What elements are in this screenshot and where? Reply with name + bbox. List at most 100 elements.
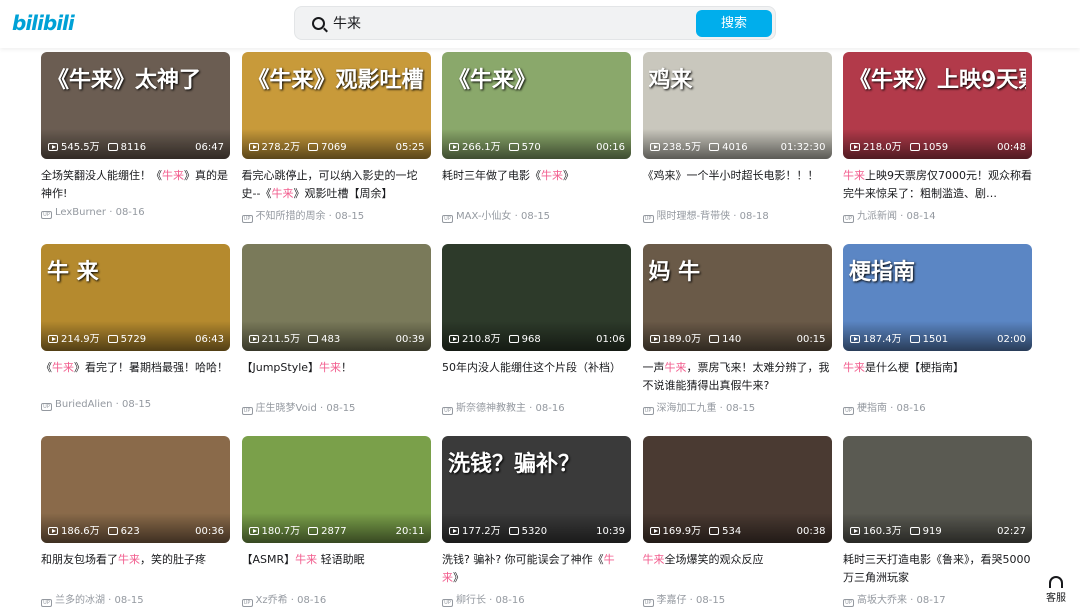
uploader-icon: UP <box>442 407 453 415</box>
danmaku-icon <box>107 143 118 151</box>
upload-date: 08-16 <box>115 207 145 218</box>
video-title[interactable]: 全场笑翻没人能绷住！《牛来》真的是神作! <box>41 167 230 203</box>
video-title[interactable]: 洗钱? 骗补? 你可能误会了神作《牛来》 <box>442 551 631 587</box>
video-title[interactable]: 【JumpStyle】牛来！ <box>242 359 431 395</box>
video-card[interactable]: 160.3万 919 02:27 耗时三天打造电影《鲁来》，看哭5000万三角洲玩家 U… <box>843 436 1032 607</box>
video-title[interactable]: 牛来是什么梗【梗指南】 <box>843 359 1032 395</box>
uploader-name[interactable]: 兰多的冰湖 <box>55 595 105 606</box>
uploader-name[interactable]: LexBurner <box>55 207 106 218</box>
video-stats: 545.5万 8116 06:47 <box>48 141 224 155</box>
uploader-name[interactable]: 柳行长 <box>456 595 486 606</box>
bilibili-logo[interactable]: bilibili <box>12 11 75 35</box>
video-stats: 177.2万 5320 10:39 <box>449 525 625 539</box>
play-count-icon <box>850 143 860 151</box>
video-thumbnail[interactable]: 160.3万 919 02:27 <box>843 436 1032 543</box>
video-thumbnail[interactable]: 洗钱？骗补？ 177.2万 5320 10:39 <box>442 436 631 543</box>
video-thumbnail[interactable]: 《牛来》太神了 545.5万 8116 06:47 <box>41 52 230 159</box>
danmaku-count: 968 <box>521 334 541 345</box>
play-count-icon <box>649 335 660 343</box>
video-thumbnail[interactable]: 180.7万 2877 20:11 <box>241 436 431 543</box>
danmaku-count: 5320 <box>521 526 548 537</box>
video-thumbnail[interactable]: 211.5万 483 00:39 <box>241 244 431 351</box>
upload-date: 08-15 <box>520 211 551 222</box>
upload-date: 08-15 <box>114 595 144 606</box>
uploader-name[interactable]: 梗指南 <box>857 403 887 414</box>
video-title[interactable]: 一声牛来，票房飞来！太难分辨了，我不说谁能猜得出真假牛来? <box>643 359 832 395</box>
uploader-name[interactable]: MAX-小仙女 <box>456 211 511 222</box>
video-card[interactable]: 211.5万 483 00:39 【JumpStyle】牛来！ UP 庄生晓梦Void ·… <box>241 244 431 415</box>
video-title[interactable]: 50年内没人能绷住这个片段（补档） <box>442 359 631 395</box>
uploader-name[interactable]: Xz乔希 <box>256 595 288 606</box>
video-title[interactable]: 牛来全场爆笑的观众反应 <box>643 551 832 587</box>
thumbnail-overlay-text: 鸡来 <box>648 68 693 93</box>
video-thumbnail[interactable]: 《牛来》 266.1万 570 00:16 <box>442 52 631 159</box>
video-card[interactable]: 《牛来》太神了 545.5万 8116 06:47 全场笑翻没人能绷住！《牛来》真的是神… <box>41 52 230 219</box>
view-count: 177.2万 <box>462 526 501 537</box>
customer-service-button[interactable]: 客服 <box>1040 574 1072 604</box>
video-thumbnail[interactable]: 妈 牛 189.0万 140 00:15 <box>642 244 832 351</box>
video-stats: 278.2万 7069 05:25 <box>248 141 425 155</box>
video-card[interactable]: 鸡来 238.5万 4016 01:32:30 《鸡来》一个半小时超长电影！！！ UP 限时… <box>642 52 832 223</box>
uploader-icon: UP <box>41 403 52 411</box>
video-thumbnail[interactable]: 169.9万 534 00:38 <box>642 436 832 543</box>
play-count-icon <box>449 335 459 343</box>
uploader-icon: UP <box>442 599 453 607</box>
uploader-icon: UP <box>41 211 52 219</box>
video-card[interactable]: 186.6万 623 00:36 和朋友包场看了牛来，笑的肚子疼 UP 兰多的冰湖 · 0… <box>41 436 230 607</box>
video-title[interactable]: 耗时三年做了电影《牛来》 <box>442 167 631 203</box>
search-button[interactable]: 搜索 <box>696 10 772 37</box>
uploader-name[interactable]: BuriedAlien <box>55 399 112 410</box>
video-title[interactable]: 《鸡来》一个半小时超长电影！！！ <box>643 167 832 203</box>
video-thumbnail[interactable]: 186.6万 623 00:36 <box>41 436 230 543</box>
uploader-name[interactable]: 斯奈德神教教主 <box>456 403 526 414</box>
video-thumbnail[interactable]: 梗指南 187.4万 1501 02:00 <box>843 244 1032 351</box>
video-duration: 20:11 <box>395 526 425 537</box>
search-bar: 搜索 <box>294 6 776 40</box>
video-meta: UP 限时理想-背带侠 · 08-18 <box>642 207 832 223</box>
video-duration: 00:16 <box>596 142 625 153</box>
play-count-icon <box>48 335 58 343</box>
video-card[interactable]: 180.7万 2877 20:11 【ASMR】牛来 轻语助眠 UP Xz乔希 · 08-… <box>241 436 431 607</box>
video-thumbnail[interactable]: 210.8万 968 01:06 <box>442 244 631 351</box>
video-title[interactable]: 《牛来》看完了！暑期档最强！哈哈！ <box>41 359 230 395</box>
video-card[interactable]: 《牛来》 266.1万 570 00:16 耗时三年做了电影《牛来》 UP MAX-小仙女 … <box>442 52 631 223</box>
video-title[interactable]: 牛来上映9天票房仅7000元！观众称看完牛来惊呆了：粗制滥造、剧… <box>843 167 1032 203</box>
uploader-name[interactable]: 高坂大乔来 <box>857 595 907 606</box>
video-title[interactable]: 和朋友包场看了牛来，笑的肚子疼 <box>41 551 230 587</box>
video-duration: 02:27 <box>997 526 1026 537</box>
play-count-icon <box>449 527 459 535</box>
video-meta: UP 深海加工九重 · 08-15 <box>642 399 832 415</box>
video-card[interactable]: 210.8万 968 01:06 50年内没人能绷住这个片段（补档） UP 斯奈德神教教主… <box>442 244 631 415</box>
video-title[interactable]: 耗时三天打造电影《鲁来》，看哭5000万三角洲玩家 <box>843 551 1032 587</box>
video-thumbnail[interactable]: 牛 来 214.9万 5729 06:43 <box>41 244 230 351</box>
video-thumbnail[interactable]: 《牛来》观影吐槽 278.2万 7069 05:25 <box>241 52 431 159</box>
video-title[interactable]: 看完心跳停止，可以纳入影史的一坨史--《牛来》观影吐槽【周余】 <box>242 167 431 203</box>
video-card[interactable]: 169.9万 534 00:38 牛来全场爆笑的观众反应 UP 李嘉仔 · 08-15 <box>642 436 832 607</box>
video-card[interactable]: 牛 来 214.9万 5729 06:43 《牛来》看完了！暑期档最强！哈哈！ UP Bur… <box>41 244 230 411</box>
video-thumbnail[interactable]: 《牛来》上映9天票房仅7000元! 218.0万 1059 00:48 <box>843 52 1032 159</box>
keyword-highlight: 牛来 <box>271 187 294 200</box>
upload-date: 08-15 <box>696 595 726 606</box>
uploader-name[interactable]: 李嘉仔 <box>657 595 687 606</box>
top-header: bilibili 搜索 <box>0 0 1080 48</box>
play-count-icon <box>649 143 660 151</box>
uploader-name[interactable]: 庄生晓梦Void <box>256 403 317 414</box>
video-card[interactable]: 《牛来》上映9天票房仅7000元! 218.0万 1059 00:48 牛来上映9天票房… <box>843 52 1032 223</box>
uploader-name[interactable]: 不知所措的周余 <box>256 211 326 222</box>
video-card[interactable]: 梗指南 187.4万 1501 02:00 牛来是什么梗【梗指南】 UP 梗指南 · 08-… <box>843 244 1032 415</box>
video-stats: 189.0万 140 00:15 <box>649 333 826 347</box>
video-card[interactable]: 《牛来》观影吐槽 278.2万 7069 05:25 看完心跳停止，可以纳入影史的一坨史… <box>241 52 431 223</box>
uploader-name[interactable]: 深海加工九重 <box>657 403 717 414</box>
keyword-highlight: 牛来 <box>319 361 342 374</box>
video-card[interactable]: 洗钱？骗补？ 177.2万 5320 10:39 洗钱? 骗补? 你可能误会了神作《牛来… <box>442 436 631 607</box>
video-duration: 00:39 <box>395 334 425 345</box>
danmaku-icon <box>107 527 118 535</box>
video-thumbnail[interactable]: 鸡来 238.5万 4016 01:32:30 <box>642 52 832 159</box>
video-card[interactable]: 妈 牛 189.0万 140 00:15 一声牛来，票房飞来！太难分辨了，我不说谁能猜得… <box>642 244 832 415</box>
uploader-icon: UP <box>642 215 654 223</box>
search-input[interactable] <box>333 12 673 34</box>
uploader-name[interactable]: 限时理想-背带侠 <box>657 211 731 222</box>
video-title[interactable]: 【ASMR】牛来 轻语助眠 <box>242 551 431 587</box>
uploader-name[interactable]: 九派新闻 <box>857 211 897 222</box>
video-duration: 05:25 <box>395 142 425 153</box>
